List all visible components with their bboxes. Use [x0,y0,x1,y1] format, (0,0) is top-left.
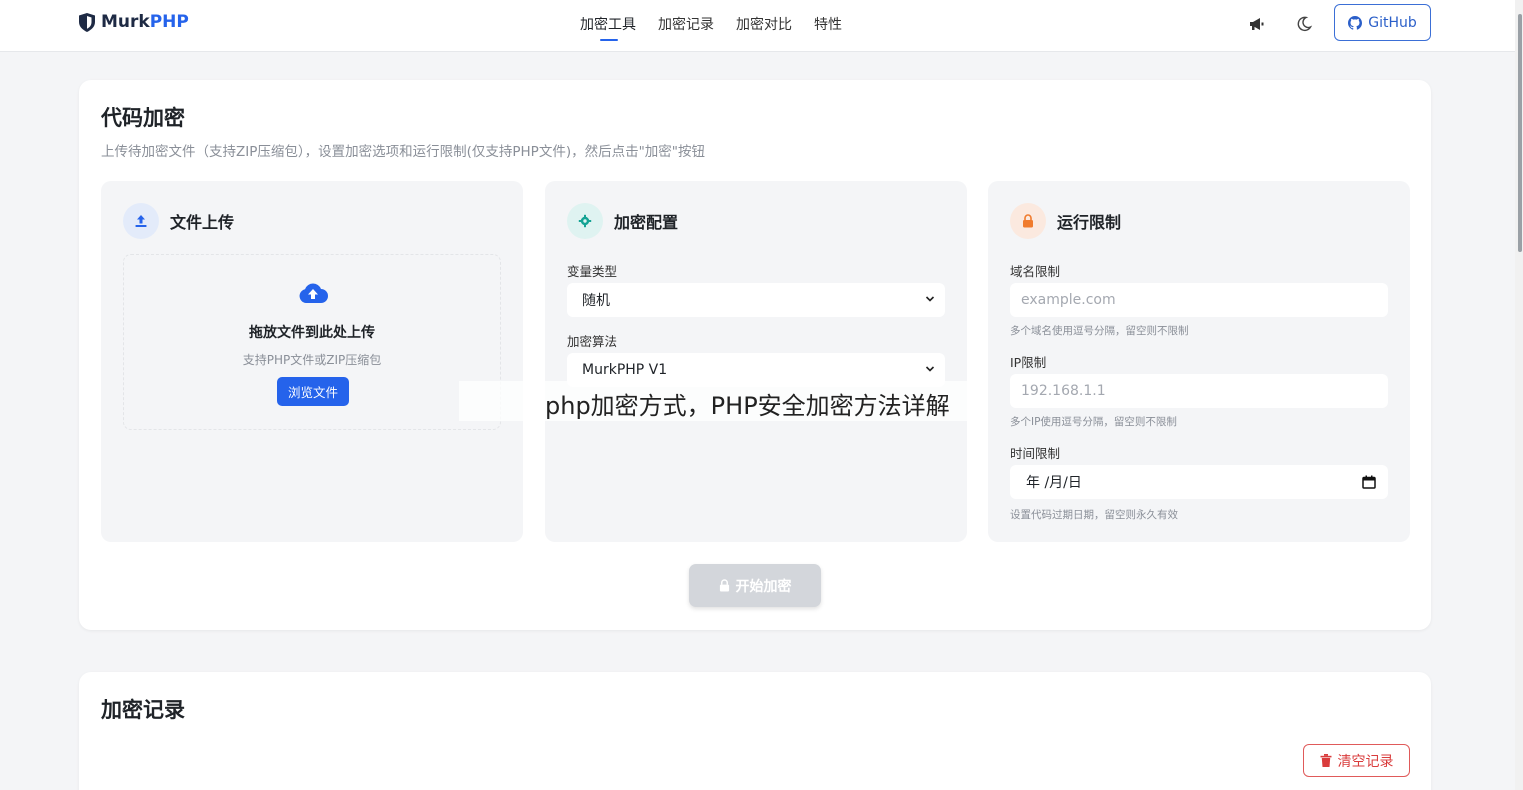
watermark-text: php加密方式，PHP安全加密方法详解 [545,392,950,420]
domain-hint: 多个域名使用逗号分隔，留空则不限制 [1010,325,1189,337]
calendar-icon[interactable] [1362,475,1376,489]
brand-logo[interactable]: MurkPHP [79,12,189,32]
file-dropzone[interactable]: 拖放文件到此处上传 支持PHP文件或ZIP压缩包 浏览文件 [123,254,501,430]
date-placeholder: 年 /月/日 [1026,475,1082,491]
ip-hint: 多个IP使用逗号分隔，留空则不限制 [1010,416,1177,428]
brand-name-part2: PHP [149,12,189,32]
time-label: 时间限制 [1010,446,1061,461]
page-subtitle: 上传待加密文件（支持ZIP压缩包），设置加密选项和运行限制(仅支持PHP文件)，… [101,144,706,160]
clear-records-label: 清空记录 [1337,753,1394,770]
gear-icon [567,203,603,239]
github-label: GitHub [1368,14,1417,31]
megaphone-icon[interactable] [1248,15,1266,33]
records-title: 加密记录 [101,698,185,722]
ip-label: IP限制 [1010,355,1047,370]
browse-files-button[interactable]: 浏览文件 [277,377,349,406]
dropzone-subtitle: 支持PHP文件或ZIP压缩包 [242,353,382,367]
upload-panel-title: 文件上传 [170,213,235,232]
cloud-upload-icon [299,283,328,303]
chevron-down-icon [925,296,935,302]
nav-links: 加密工具 加密记录 加密对比 特性 [580,0,842,52]
lock-icon [719,579,729,592]
limits-panel: 运行限制 域名限制 example.com 多个域名使用逗号分隔，留空则不限制 … [988,181,1410,542]
config-panel-title: 加密配置 [614,213,679,232]
chevron-down-icon [925,366,935,372]
scrollbar-thumb[interactable] [1518,14,1522,252]
trash-icon [1320,754,1331,767]
domain-label: 域名限制 [1010,264,1061,279]
records-card: 加密记录 清空记录 [79,672,1431,790]
algo-value: MurkPHP V1 [582,362,668,378]
moon-icon[interactable] [1295,15,1313,33]
start-encrypt-label: 开始加密 [735,578,792,595]
nav-link-compare[interactable]: 加密对比 [736,0,792,52]
clear-records-button[interactable]: 清空记录 [1303,744,1410,777]
limits-panel-title: 运行限制 [1057,213,1122,232]
nav-link-features[interactable]: 特性 [814,0,842,52]
upload-icon [123,203,159,239]
start-encrypt-button[interactable]: 开始加密 [689,564,821,607]
var-type-value: 随机 [582,293,610,309]
lock-icon [1010,203,1046,239]
config-panel: 加密配置 变量类型 随机 加密算法 MurkPHP V1 [545,181,967,542]
dropzone-title: 拖放文件到此处上传 [249,325,375,341]
domain-placeholder: example.com [1021,292,1116,308]
github-button[interactable]: GitHub [1334,4,1431,41]
var-type-select[interactable]: 随机 [567,283,945,317]
algo-label: 加密算法 [567,334,618,349]
github-icon [1348,15,1363,30]
domain-input[interactable]: example.com [1010,283,1388,317]
ip-input[interactable]: 192.168.1.1 [1010,374,1388,408]
shield-icon [79,12,95,32]
time-hint: 设置代码过期日期，留空则永久有效 [1010,509,1178,521]
date-input[interactable]: 年 /月/日 [1010,465,1388,499]
ip-placeholder: 192.168.1.1 [1021,383,1106,399]
upload-panel: 文件上传 拖放文件到此处上传 支持PHP文件或ZIP压缩包 浏览文件 [101,181,523,542]
nav-link-encrypt-tool[interactable]: 加密工具 [580,0,636,52]
var-type-label: 变量类型 [567,264,618,279]
top-navbar: MurkPHP 加密工具 加密记录 加密对比 特性 GitHub [0,0,1515,52]
encrypt-card: 代码加密 上传待加密文件（支持ZIP压缩包），设置加密选项和运行限制(仅支持PH… [79,80,1431,630]
page-title: 代码加密 [101,106,185,130]
nav-link-records[interactable]: 加密记录 [658,0,714,52]
brand-name-part1: Murk [101,12,150,32]
